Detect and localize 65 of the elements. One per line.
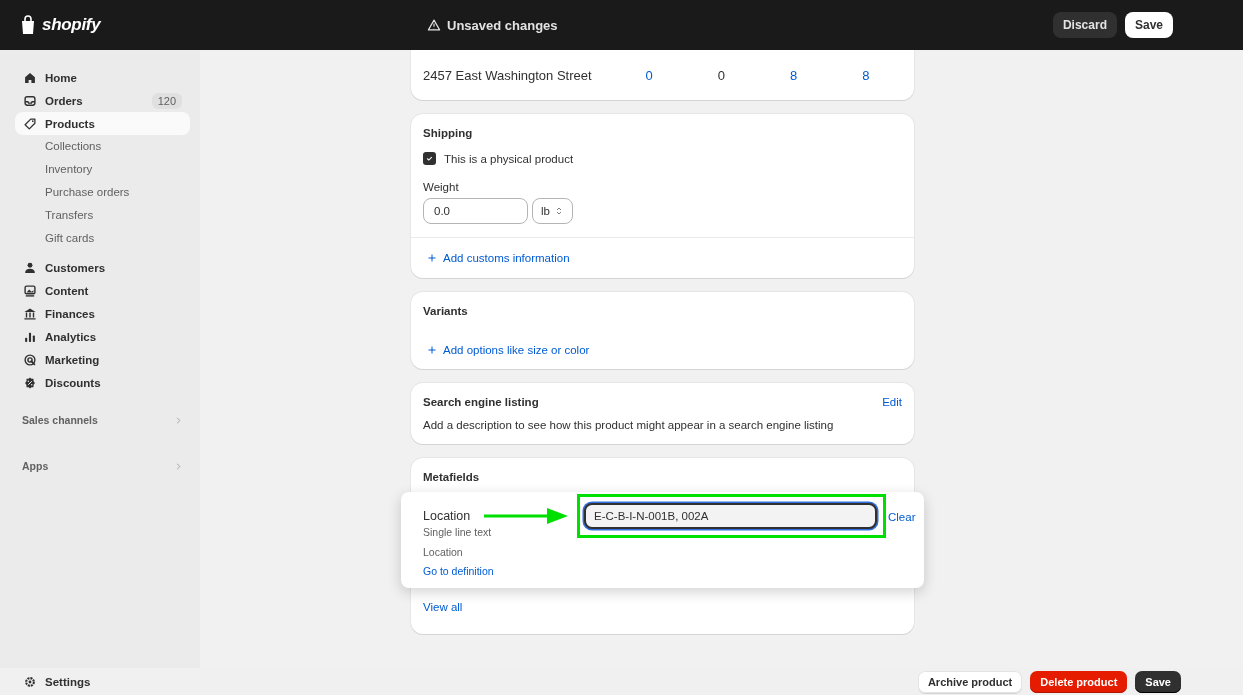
nav-subitem[interactable]: Inventory bbox=[15, 158, 190, 181]
check-icon bbox=[425, 154, 434, 163]
edit-link[interactable]: Edit bbox=[882, 396, 902, 408]
nav-item[interactable]: Marketing bbox=[15, 348, 190, 371]
gear-icon bbox=[23, 674, 37, 689]
definition-link[interactable]: Go to definition bbox=[423, 565, 494, 577]
nav-item[interactable]: Discounts bbox=[15, 371, 190, 394]
nav-item[interactable]: Orders 120 bbox=[15, 89, 190, 112]
quantity-cell-text: 0 bbox=[716, 67, 726, 83]
card-title: Metafields bbox=[423, 471, 481, 483]
warning-icon bbox=[427, 18, 441, 32]
quantity-link[interactable]: 8 bbox=[829, 67, 902, 83]
nav-subitem[interactable]: Collections bbox=[15, 135, 190, 158]
card-title: Shipping bbox=[423, 127, 474, 139]
section-heading[interactable]: Sales channels bbox=[22, 414, 98, 426]
nav-subitem[interactable]: Gift cards bbox=[15, 227, 190, 250]
card-title: Variants bbox=[423, 305, 469, 317]
bank-icon bbox=[23, 306, 37, 321]
count-badge: 120 bbox=[151, 92, 182, 109]
add-options-link[interactable]: Add options like size or color bbox=[443, 344, 590, 356]
metafield-type: Single line text bbox=[423, 526, 492, 538]
view-all-link[interactable]: View all bbox=[423, 601, 902, 613]
field-label: Weight bbox=[423, 181, 460, 193]
discard-button[interactable]: Discard bbox=[1052, 12, 1117, 38]
metafield-name: Location bbox=[423, 509, 471, 523]
nav-item[interactable]: Analytics bbox=[15, 325, 190, 348]
checkbox[interactable] bbox=[423, 152, 436, 165]
nav-item[interactable]: Content bbox=[15, 279, 190, 302]
delete-button[interactable]: Delete product bbox=[1030, 670, 1128, 693]
save-button[interactable]: Save bbox=[1135, 670, 1181, 693]
nav-subitem[interactable]: Transfers bbox=[15, 204, 190, 227]
target-icon bbox=[23, 352, 37, 367]
checkbox-label: This is a physical product bbox=[444, 152, 574, 165]
metafield-input[interactable]: E-C-B-I-N-001B, 002A bbox=[584, 503, 877, 529]
quantity-link[interactable]: 8 bbox=[757, 67, 830, 83]
chevron-right-icon bbox=[174, 415, 183, 425]
card-title: Search engine listing bbox=[423, 396, 539, 408]
nav-item[interactable]: Products bbox=[15, 112, 190, 135]
card-description: Add a description to see how this product might appear in a search engine listing bbox=[423, 419, 835, 431]
plus-icon bbox=[427, 253, 437, 263]
clear-link[interactable]: Clear bbox=[888, 511, 916, 523]
archive-button[interactable]: Archive product bbox=[917, 670, 1023, 693]
add-customs-link[interactable]: Add customs information bbox=[443, 252, 570, 264]
unsaved-changes-label: Unsaved changes bbox=[447, 17, 558, 33]
arrow-icon bbox=[484, 506, 568, 526]
metafield-description: Location bbox=[423, 546, 463, 558]
nav-item[interactable]: Customers bbox=[15, 256, 190, 279]
nav-subitem[interactable]: Purchase orders bbox=[15, 181, 190, 204]
section-heading[interactable]: Apps bbox=[22, 460, 49, 472]
tag-icon bbox=[23, 116, 37, 131]
settings-link[interactable]: Settings bbox=[45, 675, 91, 688]
quantity-link[interactable]: 0 bbox=[612, 67, 686, 83]
image-icon bbox=[23, 283, 37, 298]
inbox-icon bbox=[23, 93, 37, 108]
nav-item[interactable]: Home bbox=[15, 66, 190, 89]
brand-logo: shopify bbox=[42, 15, 101, 35]
nav-item[interactable]: Finances bbox=[15, 302, 190, 325]
weight-field[interactable]: 0.0 bbox=[423, 198, 528, 224]
plus-icon bbox=[427, 345, 437, 355]
chevron-right-icon bbox=[174, 461, 183, 471]
discount-icon bbox=[23, 375, 37, 390]
location-name: 2457 East Washington Street bbox=[423, 67, 593, 83]
unit-select[interactable]: lb bbox=[532, 198, 573, 224]
save-button[interactable]: Save bbox=[1124, 12, 1173, 38]
person-icon bbox=[23, 260, 37, 275]
